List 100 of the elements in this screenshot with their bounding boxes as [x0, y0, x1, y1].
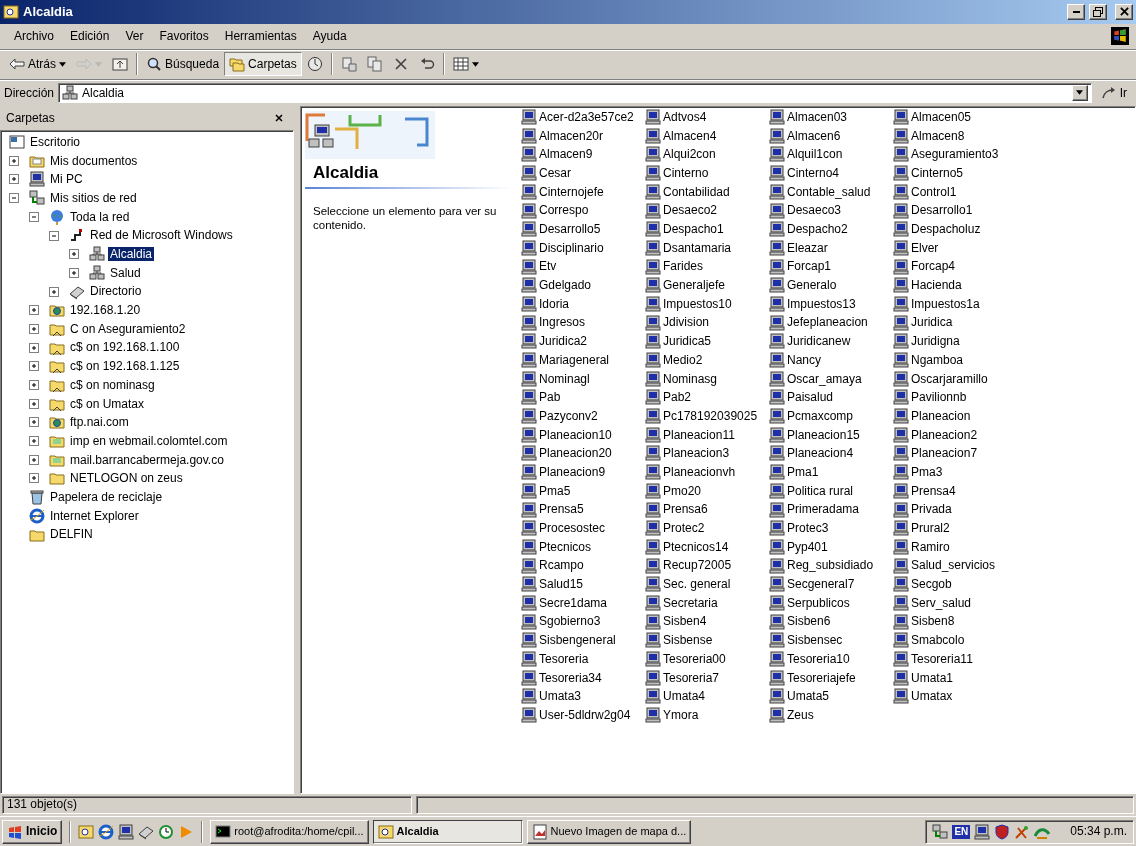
collapse-icon[interactable]	[29, 211, 39, 222]
expand-icon[interactable]	[69, 249, 79, 260]
explorer-icon[interactable]	[78, 823, 95, 840]
computer-item[interactable]: Umata4	[645, 687, 769, 706]
computer-item[interactable]: Sisben8	[893, 612, 1017, 631]
tree-item[interactable]: c$ on 192.168.1.100	[68, 340, 182, 355]
tree-item[interactable]: Alcaldia	[108, 247, 155, 262]
computer-item[interactable]: Alqui2con	[645, 145, 769, 164]
computer-item[interactable]: Prensa4	[893, 481, 1017, 501]
computer-item[interactable]: Cinterno	[645, 163, 769, 183]
computer-item[interactable]: Almacen20r	[521, 126, 645, 146]
computer-item[interactable]: Umata5	[769, 687, 893, 706]
address-field[interactable]: Alcaldia	[58, 82, 1092, 103]
computer-item[interactable]: Jdivision	[645, 313, 769, 332]
computer-item[interactable]: Gdelgado	[521, 275, 645, 295]
menu-item[interactable]: Favoritos	[151, 27, 217, 46]
computer-item[interactable]: Pcmaxcomp	[769, 406, 893, 426]
menu-item[interactable]: Archivo	[6, 27, 62, 46]
computer-item[interactable]: Pma5	[521, 481, 645, 501]
computer-item[interactable]: Forcap4	[893, 257, 1017, 276]
computer-item[interactable]: Forcap1	[769, 257, 893, 276]
computer-item[interactable]: Despacho2	[769, 219, 893, 239]
computer-item[interactable]: Elver	[893, 238, 1017, 258]
computer-item[interactable]: Secre1dama	[521, 593, 645, 613]
computer-item[interactable]: Impuestos1a	[893, 294, 1017, 314]
menu-item[interactable]: Ayuda	[304, 27, 355, 46]
expand-icon[interactable]	[29, 380, 39, 391]
computer-item[interactable]: Farides	[645, 257, 769, 276]
computer-item[interactable]: Smabcolo	[893, 631, 1017, 650]
computer-item[interactable]: Almacen8	[893, 126, 1017, 146]
computer-item[interactable]: Acer-d2a3e57ce2	[521, 107, 645, 127]
computer-item[interactable]: Nominagl	[521, 369, 645, 389]
computer-item[interactable]: Pavilionnb	[893, 388, 1017, 407]
computer-item[interactable]: Cinterno4	[769, 163, 893, 183]
computer-item[interactable]: Pmo20	[645, 481, 769, 501]
tree-item[interactable]: c$ on 192.168.1.125	[68, 359, 182, 374]
computer-item[interactable]: Almacen4	[645, 126, 769, 146]
computer-item[interactable]: Paisalud	[769, 388, 893, 407]
taskbar-button[interactable]: root@afrodita:/home/cpil...	[210, 819, 369, 844]
computer-item[interactable]: Rcampo	[521, 556, 645, 575]
expand-icon[interactable]	[29, 305, 39, 316]
computer-item[interactable]: Nancy	[769, 350, 893, 370]
computer-item[interactable]: Serpublicos	[769, 593, 893, 613]
computer-item[interactable]: Adtvos4	[645, 107, 769, 127]
computer-item[interactable]: Pc178192039025	[645, 406, 769, 426]
computer-item[interactable]: Juridica2	[521, 332, 645, 351]
computer-item[interactable]: Tesoreria11	[893, 649, 1017, 669]
expand-icon[interactable]	[49, 286, 59, 297]
expand-icon[interactable]	[29, 436, 39, 447]
computer-item[interactable]: Generaljefe	[645, 275, 769, 295]
tree-item[interactable]: imp en webmail.colomtel.com	[68, 433, 230, 449]
tree-item[interactable]: Mi PC	[48, 172, 85, 187]
computer-item[interactable]: Idoria	[521, 294, 645, 314]
computer-item[interactable]: Procesostec	[521, 518, 645, 538]
computer-item[interactable]: Planeacion11	[645, 425, 769, 445]
computer-item[interactable]: Ingresos	[521, 313, 645, 332]
taskbar-button[interactable]: Alcaldia	[372, 819, 523, 844]
computer-item[interactable]: Almacen03	[769, 107, 893, 127]
expand-icon[interactable]	[29, 417, 39, 428]
computer-item[interactable]: Tesoreria7	[645, 668, 769, 688]
computer-item[interactable]: Secgob	[893, 574, 1017, 594]
computer-item[interactable]: Pab	[521, 388, 645, 407]
browser-icon[interactable]	[98, 823, 115, 840]
computer-item[interactable]: Prensa5	[521, 500, 645, 519]
computer-item[interactable]: Aseguramiento3	[893, 145, 1017, 164]
computer-item[interactable]: Oscar_amaya	[769, 369, 893, 389]
tree-item[interactable]: Papelera de reciclaje	[48, 489, 165, 505]
expand-icon[interactable]	[29, 454, 39, 465]
computer-item[interactable]: Planeacion3	[645, 444, 769, 463]
computer-item[interactable]: Planeacion2	[893, 425, 1017, 445]
close-button[interactable]	[1115, 3, 1133, 20]
restore-button[interactable]	[1089, 3, 1107, 20]
computer-item[interactable]: Sisbense	[645, 631, 769, 650]
computer-item[interactable]: Planeacion20	[521, 444, 645, 463]
computer-item[interactable]: Planeacionvh	[645, 462, 769, 482]
computer-item[interactable]: Contable_salud	[769, 182, 893, 202]
collapse-icon[interactable]	[49, 230, 59, 241]
clock-icon[interactable]	[158, 823, 175, 840]
expand-icon[interactable]	[29, 323, 39, 334]
computer-item[interactable]: Planeacion10	[521, 425, 645, 445]
computer-item[interactable]: Cinternojefe	[521, 182, 645, 202]
computer-item[interactable]: Sisben4	[645, 612, 769, 631]
menu-item[interactable]: Ver	[117, 27, 152, 46]
computer-item[interactable]: Tesoreria34	[521, 668, 645, 688]
expand-icon[interactable]	[29, 473, 39, 484]
computer-item[interactable]: Control1	[893, 182, 1017, 202]
computer-item[interactable]: Tesoreria00	[645, 649, 769, 669]
computer-item[interactable]: Pma3	[893, 462, 1017, 482]
tree-item[interactable]: Escritorio	[28, 134, 82, 150]
computer-item[interactable]: Recup72005	[645, 556, 769, 575]
computer-item[interactable]: Juridica5	[645, 332, 769, 351]
computer-item[interactable]: Secgeneral7	[769, 574, 893, 594]
computer-item[interactable]: Despacholuz	[893, 219, 1017, 239]
computer-item[interactable]: Pma1	[769, 462, 893, 482]
tree-item[interactable]: Salud	[108, 265, 143, 281]
folders-button[interactable]: Carpetas	[224, 52, 302, 77]
computer-item[interactable]: Dsantamaria	[645, 238, 769, 258]
tree-item[interactable]: NETLOGON on zeus	[68, 471, 185, 486]
computer-item[interactable]: Almacen9	[521, 145, 645, 164]
computer-item[interactable]: Prensa6	[645, 500, 769, 519]
